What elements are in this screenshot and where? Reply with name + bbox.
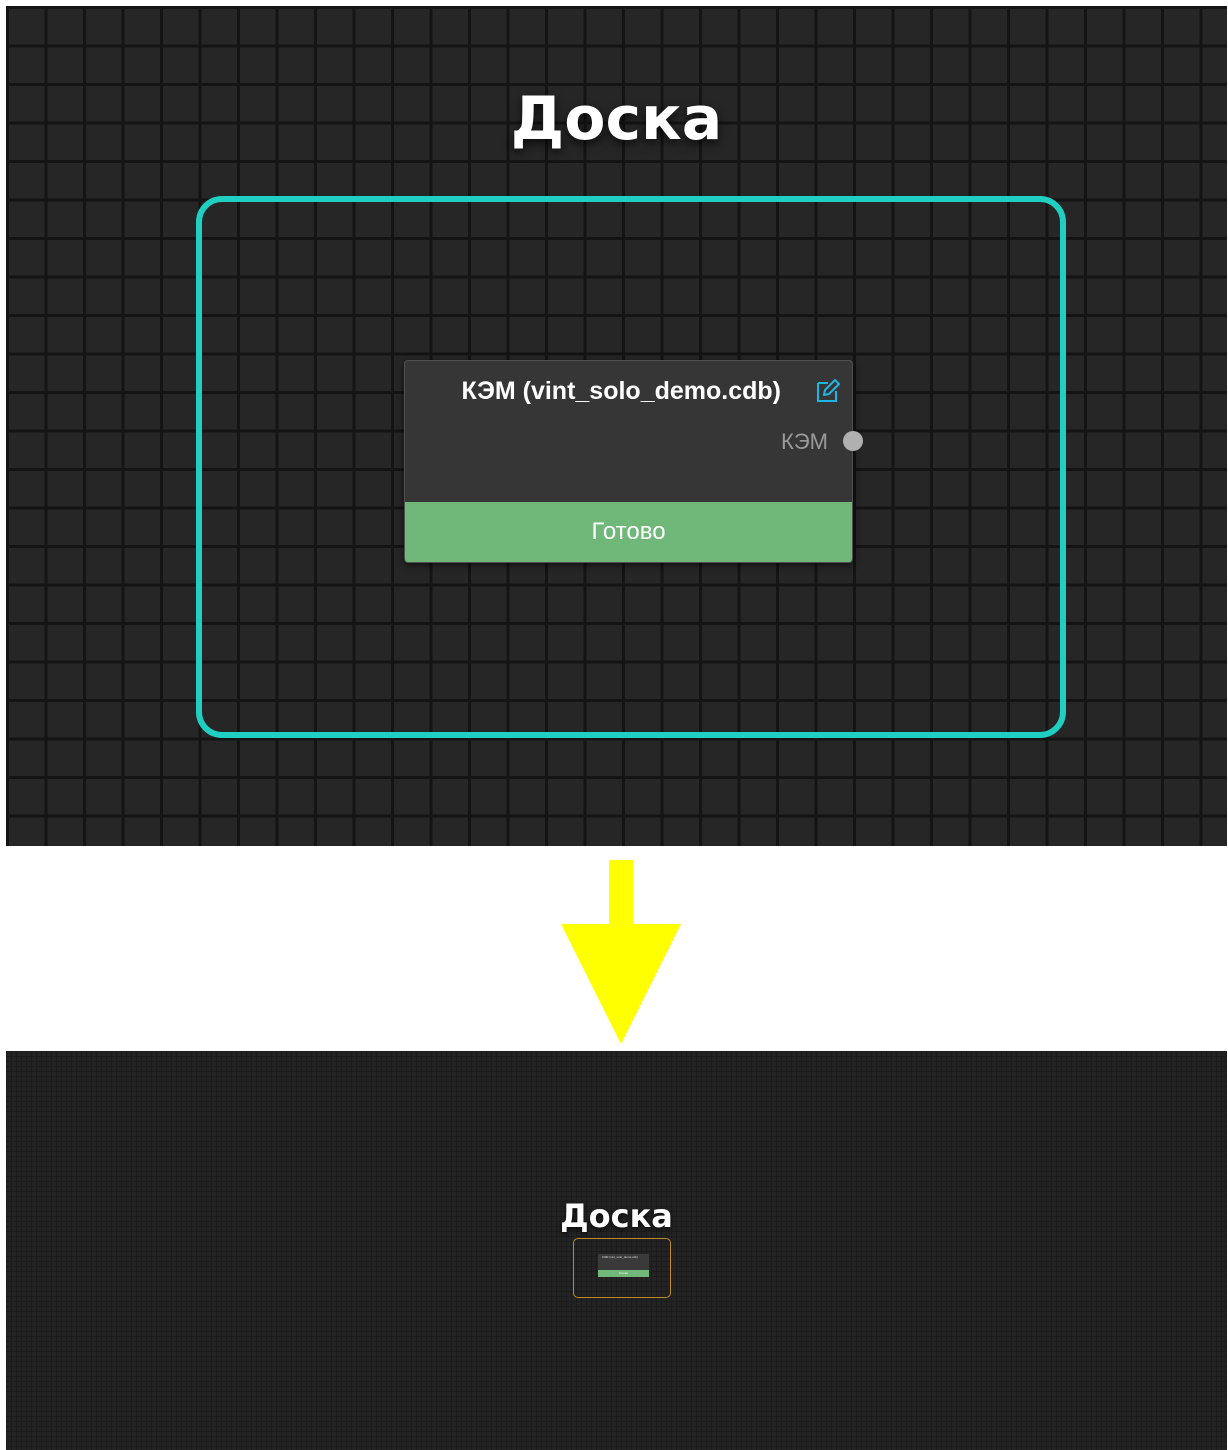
board-canvas-zoomed-out[interactable]: Доска КЭМ (vint_solo_demo.cdb) Готово [6, 1051, 1227, 1450]
output-port-label: КЭМ [781, 429, 828, 454]
node-status-minimized: Готово [598, 1270, 649, 1277]
edit-icon[interactable] [814, 377, 842, 405]
board-title: Доска [510, 84, 723, 154]
node-card[interactable]: КЭМ (vint_solo_demo.cdb) КЭМ Готово [404, 360, 863, 563]
arrow-down-icon [561, 860, 681, 1044]
node-title-minimized: КЭМ (vint_solo_demo.cdb) [602, 1255, 638, 1259]
node-card-minimized[interactable]: КЭМ (vint_solo_demo.cdb) Готово [598, 1254, 649, 1277]
group-frame-minimized[interactable]: КЭМ (vint_solo_demo.cdb) Готово [573, 1238, 671, 1298]
comparison-stage: Доска КЭМ (vint_solo_demo.cdb) КЭМ Готов… [0, 0, 1228, 1450]
board-title-minimized: Доска [560, 1197, 673, 1235]
output-port-handle[interactable] [843, 431, 863, 451]
board-canvas-zoomed-in[interactable]: Доска КЭМ (vint_solo_demo.cdb) КЭМ Готов… [6, 6, 1227, 846]
node-title: КЭМ (vint_solo_demo.cdb) [461, 377, 781, 405]
node-status-bar: Готово [405, 502, 852, 562]
